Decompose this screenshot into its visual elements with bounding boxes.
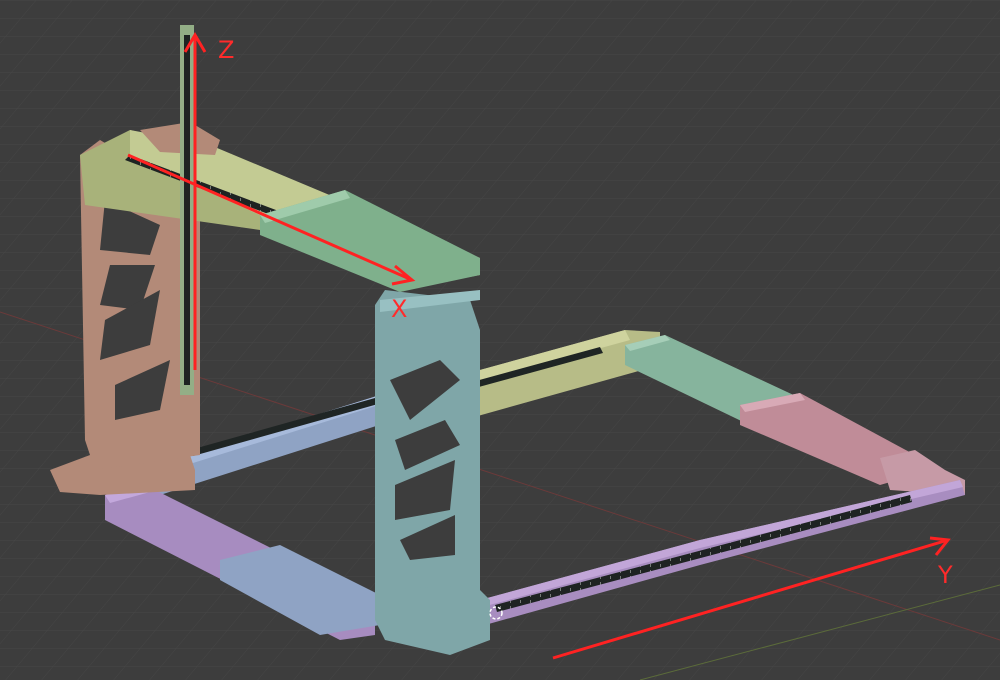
viewport-canvas[interactable]: Z X Y bbox=[0, 0, 1000, 680]
z-rail[interactable] bbox=[180, 25, 194, 395]
x-axis-label: X bbox=[391, 295, 407, 323]
z-axis-label: Z bbox=[218, 36, 234, 64]
3d-viewport[interactable]: Z X Y bbox=[0, 0, 1000, 680]
right-upright[interactable] bbox=[375, 290, 490, 655]
y-axis-label: Y bbox=[937, 561, 953, 589]
